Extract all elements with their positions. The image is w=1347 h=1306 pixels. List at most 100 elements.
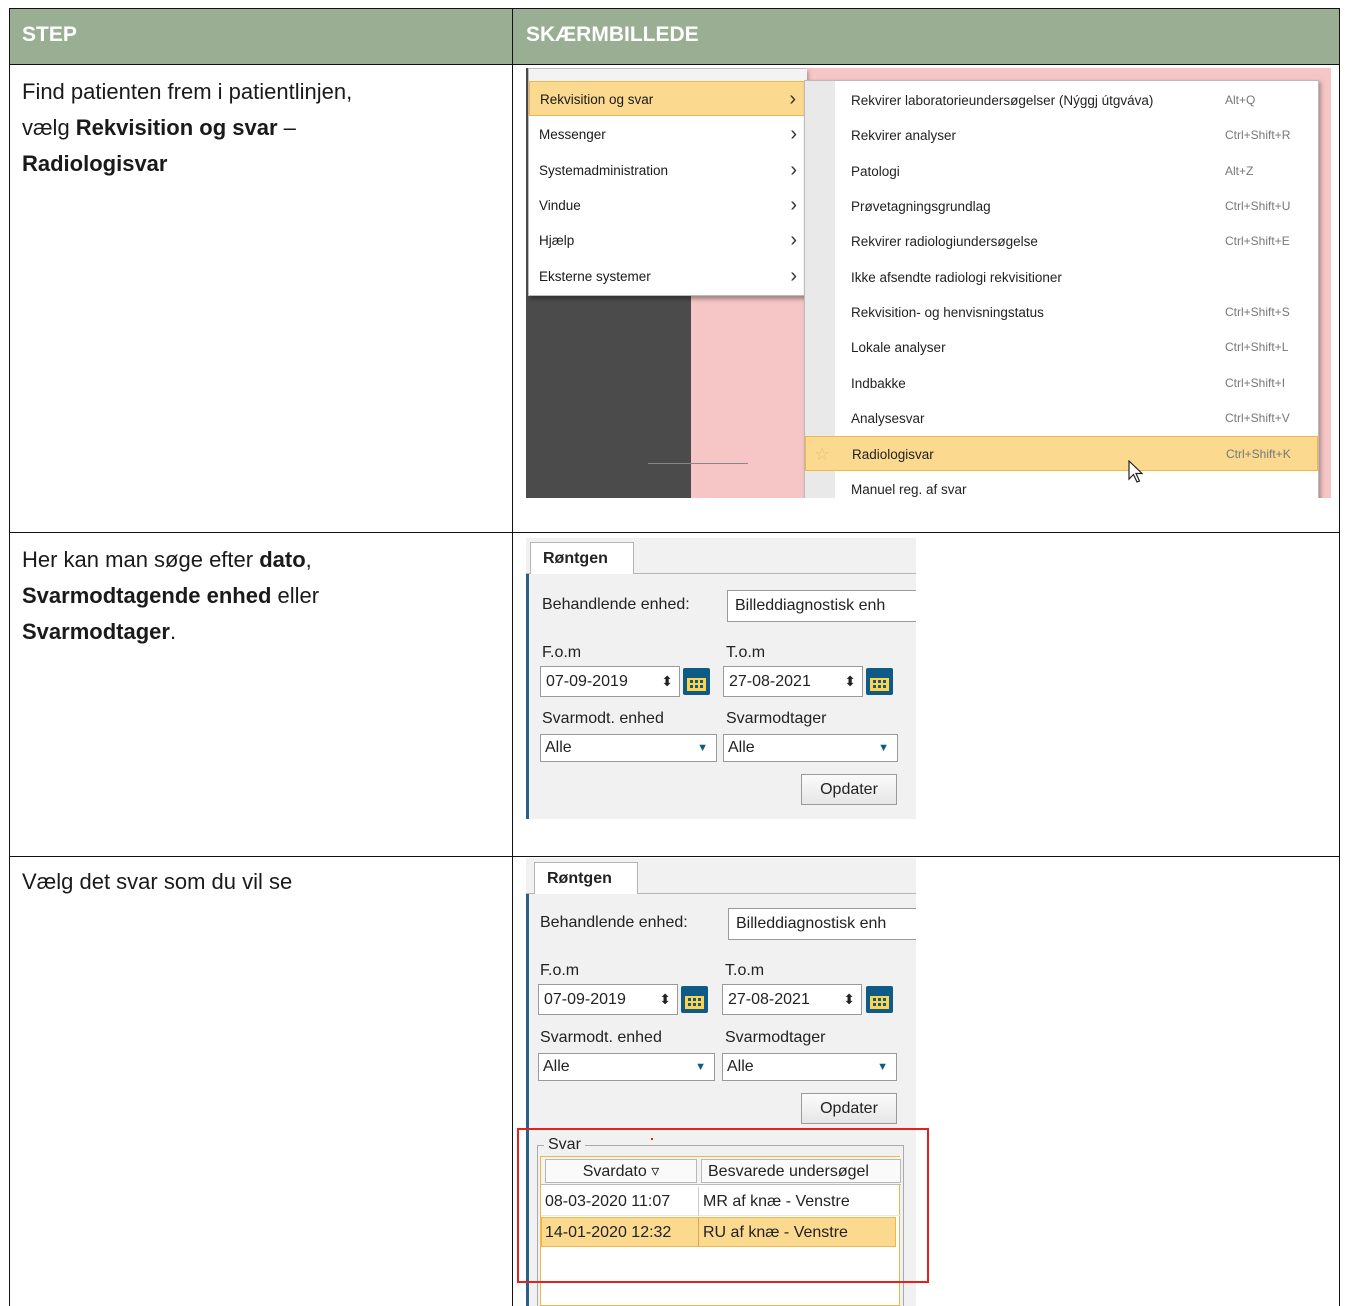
menu-item-label: Hjælp xyxy=(539,233,575,248)
app-panel-divider xyxy=(648,463,748,464)
spinner-icon[interactable]: ⬍ xyxy=(661,667,673,696)
svarmodtager-select[interactable]: Alle ▼ xyxy=(723,734,898,762)
table-row-divider-2 xyxy=(9,532,1339,533)
submenu-item[interactable]: Rekvisition- og henvisningstatus Ctrl+Shi… xyxy=(805,295,1318,330)
fom-value: 07-09-2019 xyxy=(544,991,626,1008)
table-column-divider xyxy=(512,8,513,1306)
svarmodtager-label: Svarmodtager xyxy=(726,710,827,727)
dropdown-arrow-icon: ▼ xyxy=(877,1061,888,1073)
dropdown-arrow-icon: ▼ xyxy=(878,742,889,754)
behandlende-field[interactable]: Billeddiagnostisk enh xyxy=(728,908,916,940)
menu-item-eksterne-systemer[interactable]: Eksterne systemer › xyxy=(529,259,807,294)
tom-label: T.o.m xyxy=(726,644,766,661)
step-2-unit-term: Svarmodtagende enhed xyxy=(22,583,272,608)
table-border-left xyxy=(9,8,10,1306)
tom-value: 27-08-2021 xyxy=(729,673,811,690)
submenu-item-shortcut: Ctrl+Shift+R xyxy=(1225,128,1291,142)
svarmodtager-select[interactable]: Alle ▼ xyxy=(722,1053,897,1081)
menu-item-messenger[interactable]: Messenger › xyxy=(529,117,807,152)
menu-item-systemadministration[interactable]: Systemadministration › xyxy=(529,153,807,188)
svarmodt-enhed-label: Svarmodt. enhed xyxy=(540,1029,662,1046)
submenu-item-shortcut: Ctrl+Shift+I xyxy=(1225,376,1286,390)
chevron-right-icon: › xyxy=(790,159,797,181)
tab-rontgen[interactable]: Røntgen xyxy=(530,542,634,574)
submenu-item-radiologisvar[interactable]: ☆ Radiologisvar Ctrl+Shift+K xyxy=(805,436,1318,471)
svarmodt-enhed-select[interactable]: Alle ▼ xyxy=(538,1053,715,1081)
step-1-menu-name: Rekvisition og svar xyxy=(75,115,278,140)
menu-item-label: Eksterne systemer xyxy=(539,269,651,284)
opdater-button[interactable]: Opdater xyxy=(801,1093,897,1124)
svarmodtager-value: Alle xyxy=(728,739,755,756)
calendar-icon[interactable] xyxy=(681,986,708,1013)
menu-item-partial-top xyxy=(529,69,807,81)
submenu-item[interactable]: Rekvirer analyser Ctrl+Shift+R xyxy=(805,118,1318,153)
submenu-item[interactable]: Manuel reg. af svar xyxy=(805,472,1318,498)
step-2-recipient-term: Svarmodtager xyxy=(22,619,170,644)
spinner-icon[interactable]: ⬍ xyxy=(844,667,856,696)
step-2-line-3-post: . xyxy=(169,619,177,644)
spinner-icon[interactable]: ⬍ xyxy=(843,985,855,1014)
fom-date-input[interactable]: 07-09-2019 ⬍ xyxy=(540,666,680,697)
dropdown-arrow-icon: ▼ xyxy=(695,1061,706,1073)
svarmodt-enhed-value: Alle xyxy=(545,739,572,756)
step-1-line-2-post: – xyxy=(277,115,296,140)
step-2-line-1-post: , xyxy=(305,547,312,572)
step-2-text: Her kan man søge efter dato, Svarmodtage… xyxy=(22,542,507,650)
submenu-item-label: Prøvetagningsgrundlag xyxy=(851,199,991,214)
fom-date-input[interactable]: 07-09-2019 ⬍ xyxy=(538,984,678,1015)
star-icon: ☆ xyxy=(814,444,831,464)
submenu-item-label: Indbakke xyxy=(851,376,906,391)
step-2-date-term: dato xyxy=(259,547,306,572)
submenu-item[interactable]: Ikke afsendte radiologi rekvisitioner xyxy=(805,260,1318,295)
calendar-icon[interactable] xyxy=(683,668,710,695)
tab-rontgen[interactable]: Røntgen xyxy=(534,862,638,894)
submenu-item-label: Rekvisition- og henvisningstatus xyxy=(851,305,1044,320)
step-1-line-2-pre: vælg xyxy=(22,115,76,140)
submenu-item[interactable]: Analysesvar Ctrl+Shift+V xyxy=(805,401,1318,436)
calendar-icon[interactable] xyxy=(866,668,893,695)
submenu-item-shortcut: Ctrl+Shift+K xyxy=(1226,447,1291,461)
step-2-line-2: Svarmodtagende enhed eller xyxy=(22,578,507,614)
header-step: STEP xyxy=(9,9,512,64)
opdater-button[interactable]: Opdater xyxy=(801,774,897,805)
behandlende-label: Behandlende enhed: xyxy=(542,596,690,613)
menu-item-hjaelp[interactable]: Hjælp › xyxy=(529,223,807,258)
submenu-item-shortcut: Alt+Q xyxy=(1225,93,1256,107)
menu-item-label: Systemadministration xyxy=(539,163,669,178)
submenu-item-label: Rekvirer analyser xyxy=(851,128,957,143)
chevron-right-icon: › xyxy=(790,194,797,216)
menu-item-rekvisition[interactable]: Rekvisition og svar › xyxy=(529,81,807,116)
dropdown-arrow-icon: ▼ xyxy=(697,742,708,754)
tom-date-input[interactable]: 27-08-2021 ⬍ xyxy=(723,666,863,697)
submenu-item[interactable]: Prøvetagningsgrundlag Ctrl+Shift+U xyxy=(805,189,1318,224)
svarmodt-enhed-label: Svarmodt. enhed xyxy=(542,710,664,727)
submenu-item[interactable]: Rekvirer laboratorieundersøgelser (Nýggj… xyxy=(805,83,1318,118)
menu-item-vindue[interactable]: Vindue › xyxy=(529,188,807,223)
step-1-line-2: vælg Rekvisition og svar – xyxy=(22,110,507,146)
table-row-divider-3 xyxy=(9,856,1339,857)
submenu-item-shortcut: Ctrl+Shift+U xyxy=(1225,199,1291,213)
fom-label: F.o.m xyxy=(540,962,580,979)
submenu-item[interactable]: Patologi Alt+Z xyxy=(805,154,1318,189)
submenu-item-label: Analysesvar xyxy=(851,411,925,426)
fom-label: F.o.m xyxy=(542,644,582,661)
menu-item-label: Messenger xyxy=(539,127,606,142)
submenu-item[interactable]: Rekvirer radiologiundersøgelse Ctrl+Shift… xyxy=(805,224,1318,259)
submenu-item-shortcut: Ctrl+Shift+E xyxy=(1225,234,1290,248)
svarmodtager-label: Svarmodtager xyxy=(725,1029,826,1046)
spinner-icon[interactable]: ⬍ xyxy=(659,985,671,1014)
tom-date-input[interactable]: 27-08-2021 ⬍ xyxy=(722,984,862,1015)
table-border-top xyxy=(9,8,1339,9)
submenu: Rekvirer laboratorieundersøgelser (Nýggj… xyxy=(804,80,1319,498)
header-screenshot: SKÆRMBILLEDE xyxy=(513,9,1339,64)
svarmodtager-value: Alle xyxy=(727,1058,754,1075)
submenu-item-label: Radiologisvar xyxy=(852,447,934,462)
submenu-item[interactable]: Lokale analyser Ctrl+Shift+L xyxy=(805,330,1318,365)
chevron-right-icon: › xyxy=(790,123,797,145)
calendar-icon[interactable] xyxy=(866,986,893,1013)
submenu-item[interactable]: Indbakke Ctrl+Shift+I xyxy=(805,366,1318,401)
step-1-line-3: Radiologisvar xyxy=(22,146,507,182)
step-2-line-3: Svarmodtager. xyxy=(22,614,507,650)
behandlende-field[interactable]: Billeddiagnostisk enh xyxy=(727,590,916,622)
svarmodt-enhed-select[interactable]: Alle ▼ xyxy=(540,734,717,762)
